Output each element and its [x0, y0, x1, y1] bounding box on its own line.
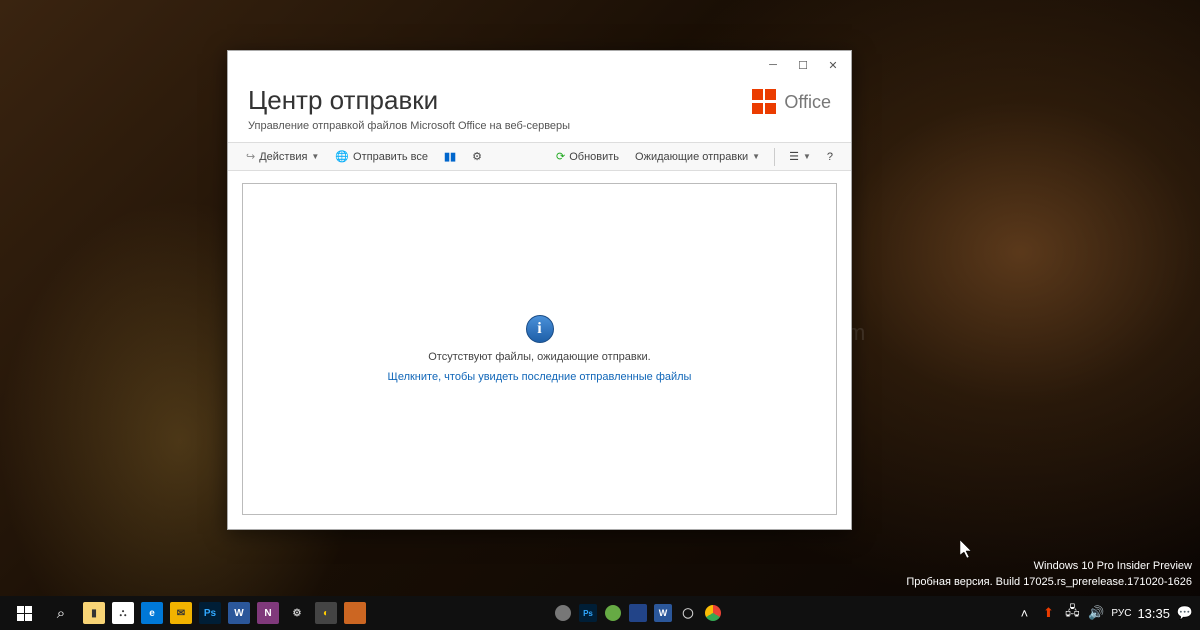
app-icon: ◐	[315, 602, 337, 624]
view-options-button[interactable]: ☰ ▼	[783, 147, 817, 166]
help-button[interactable]: ?	[821, 148, 839, 166]
network-icon: 🖧	[1065, 602, 1080, 624]
app-icon	[555, 605, 571, 621]
list-icon: ☰	[789, 150, 799, 163]
app-icon	[629, 604, 647, 622]
mail-icon: ✉	[170, 602, 192, 624]
gear-icon: ⚙	[286, 602, 308, 624]
close-button[interactable]: ✕	[819, 54, 847, 76]
settings-button[interactable]: ⚙	[466, 147, 488, 166]
word-icon: W	[654, 604, 672, 622]
upload-center-window: ─ ☐ ✕ Центр отправки Управление отправко…	[227, 50, 852, 530]
taskbar-running-photoshop[interactable]: Ps	[576, 598, 600, 628]
gear-icon: ⚙	[472, 150, 482, 163]
app-icon	[605, 605, 621, 621]
tray-action-center[interactable]: 💬	[1176, 605, 1194, 621]
tray-show-hidden[interactable]: ˄	[1015, 606, 1033, 621]
maximize-button[interactable]: ☐	[789, 54, 817, 76]
edge-icon: e	[141, 602, 163, 624]
taskbar-running-app2[interactable]	[601, 598, 625, 628]
search-button[interactable]: ⌕	[43, 598, 79, 628]
language-indicator: РУС	[1111, 608, 1131, 619]
taskbar-app-store[interactable]: ⛬	[109, 598, 137, 628]
chevron-up-icon: ˄	[1021, 606, 1029, 621]
notification-icon: 💬	[1177, 605, 1193, 621]
tray-clock[interactable]: 13:35	[1137, 606, 1170, 621]
taskbar-app-generic1[interactable]: ◐	[312, 598, 340, 628]
info-icon: i	[526, 315, 554, 343]
onenote-icon: N	[257, 602, 279, 624]
tray-language[interactable]: РУС	[1111, 608, 1131, 619]
empty-message: Отсутствуют файлы, ожидающие отправки.	[428, 351, 651, 363]
window-header: Центр отправки Управление отправкой файл…	[228, 79, 851, 142]
taskbar-app-edge[interactable]: e	[138, 598, 166, 628]
photoshop-icon: Ps	[199, 602, 221, 624]
chevron-down-icon: ▼	[311, 152, 319, 161]
filter-dropdown[interactable]: Ожидающие отправки ▼	[629, 148, 766, 166]
taskbar-app-word[interactable]: W	[225, 598, 253, 628]
content-area: i Отсутствуют файлы, ожидающие отправки.…	[242, 183, 837, 515]
insider-line2: Пробная версия. Build 17025.rs_prereleas…	[906, 575, 1192, 590]
toolbar: ↪ Действия ▼ 🌐 Отправить все ▮▮ ⚙ ⟳ Обно…	[228, 142, 851, 171]
app-icon	[344, 602, 366, 624]
office-logo-icon	[752, 89, 778, 115]
app-icon: ◯	[677, 602, 699, 624]
windows-insider-watermark: Windows 10 Pro Insider Preview Пробная в…	[906, 559, 1192, 590]
chevron-down-icon: ▼	[803, 152, 811, 161]
filter-label: Ожидающие отправки	[635, 151, 748, 163]
app-subtitle: Управление отправкой файлов Microsoft Of…	[248, 120, 831, 132]
taskbar-app-settings[interactable]: ⚙	[283, 598, 311, 628]
send-all-label: Отправить все	[353, 151, 428, 163]
taskbar-running-word[interactable]: W	[651, 598, 675, 628]
start-button[interactable]	[6, 598, 42, 628]
upload-icon: ⬆	[1043, 605, 1054, 621]
photoshop-icon: Ps	[579, 604, 597, 622]
chrome-icon	[705, 605, 721, 621]
store-icon: ⛬	[112, 602, 134, 624]
search-icon: ⌕	[57, 605, 65, 622]
windows-logo-icon	[17, 606, 32, 621]
taskbar-running-app[interactable]	[551, 598, 575, 628]
taskbar-running-app3[interactable]	[626, 598, 650, 628]
clock-text: 13:35	[1137, 606, 1170, 621]
refresh-icon: ⟳	[556, 150, 565, 163]
speaker-icon: 🔊	[1088, 605, 1104, 621]
insider-line1: Windows 10 Pro Insider Preview	[906, 559, 1192, 574]
taskbar-app-generic2[interactable]	[341, 598, 369, 628]
tray-volume[interactable]: 🔊	[1087, 605, 1105, 621]
chevron-down-icon: ▼	[752, 152, 760, 161]
arrow-icon: ↪	[246, 150, 255, 163]
actions-dropdown[interactable]: ↪ Действия ▼	[240, 147, 325, 166]
folder-icon: ▮	[83, 602, 105, 624]
refresh-button[interactable]: ⟳ Обновить	[550, 147, 625, 166]
taskbar-app-photoshop[interactable]: Ps	[196, 598, 224, 628]
taskbar-running-app4[interactable]: ◯	[676, 598, 700, 628]
separator	[774, 148, 775, 166]
show-recent-link[interactable]: Щелкните, чтобы увидеть последние отправ…	[388, 371, 692, 383]
send-all-button[interactable]: 🌐 Отправить все	[329, 147, 434, 166]
taskbar-running-chrome[interactable]	[701, 598, 725, 628]
system-tray: ˄ ⬆ 🖧 🔊 РУС 13:35 💬	[1015, 602, 1194, 624]
tray-network[interactable]: 🖧	[1063, 602, 1081, 624]
taskbar-app-mail[interactable]: ✉	[167, 598, 195, 628]
tray-upload-center[interactable]: ⬆	[1039, 605, 1057, 621]
word-icon: W	[228, 602, 250, 624]
pause-button[interactable]: ▮▮	[438, 147, 462, 166]
taskbar-left: ⌕ ▮ ⛬ e ✉ Ps W N ⚙ ◐ Ps W ◯	[6, 598, 725, 628]
globe-icon: 🌐	[335, 150, 349, 163]
minimize-button[interactable]: ─	[759, 54, 787, 76]
taskbar-app-explorer[interactable]: ▮	[80, 598, 108, 628]
office-brand-text: Office	[784, 92, 831, 113]
office-brand: Office	[752, 89, 831, 115]
actions-label: Действия	[259, 151, 307, 163]
taskbar: ⌕ ▮ ⛬ e ✉ Ps W N ⚙ ◐ Ps W ◯ ˄ ⬆ 🖧 🔊 РУС …	[0, 596, 1200, 630]
titlebar: ─ ☐ ✕	[228, 51, 851, 79]
taskbar-app-onenote[interactable]: N	[254, 598, 282, 628]
app-title: Центр отправки	[248, 85, 831, 116]
refresh-label: Обновить	[569, 151, 619, 163]
